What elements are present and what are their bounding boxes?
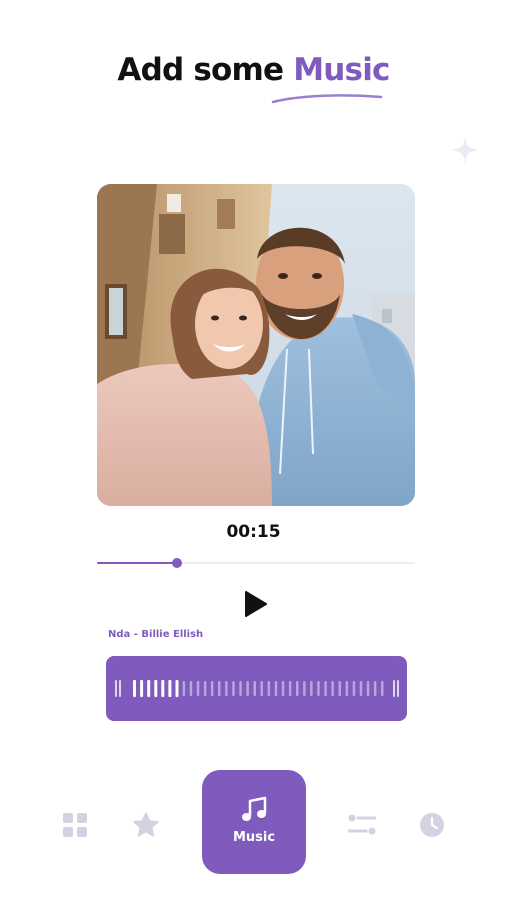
- progress-fill: [97, 562, 177, 564]
- music-note-icon: [242, 796, 267, 821]
- waveform-bar: [373, 681, 377, 696]
- title-underline: [271, 94, 383, 104]
- progress-handle[interactable]: [171, 558, 182, 568]
- waveform-bar: [196, 681, 200, 696]
- waveform-bar: [359, 681, 363, 696]
- play-button[interactable]: [238, 588, 272, 620]
- nav-music-tab[interactable]: Music: [202, 770, 306, 874]
- waveform-bar: [345, 681, 349, 696]
- nav-music-label: Music: [232, 830, 276, 845]
- waveform-bar: [147, 680, 151, 697]
- waveform-bar: [310, 681, 313, 696]
- waveform-bar: [381, 681, 384, 696]
- waveform-trimmer[interactable]: [106, 656, 407, 721]
- progress-bar[interactable]: [97, 558, 415, 568]
- waveform-bar: [225, 681, 228, 696]
- waveform-bar: [366, 681, 370, 696]
- waveform-bar: [175, 680, 179, 697]
- waveform-bar: [260, 681, 263, 696]
- waveform-bar: [210, 681, 214, 696]
- sparkle-icon: [452, 136, 478, 164]
- waveform-bar: [189, 681, 193, 696]
- trim-end-handle[interactable]: [393, 680, 399, 697]
- star-icon: [133, 812, 159, 837]
- page-title: Add some Music: [0, 52, 507, 88]
- grid-icon: [63, 813, 87, 837]
- waveform-bar: [133, 680, 136, 697]
- waveform-bar: [331, 681, 334, 696]
- cover-photo: [97, 184, 415, 506]
- waveform-bar: [154, 680, 158, 697]
- waveform-bar: [218, 681, 221, 696]
- waveform-bars: [133, 680, 384, 697]
- waveform-bar: [324, 681, 327, 696]
- waveform-bar: [203, 681, 207, 696]
- waveform-bar: [296, 681, 299, 696]
- waveform-bar: [161, 680, 165, 697]
- waveform-bar: [281, 681, 285, 696]
- waveform-bar: [239, 681, 242, 696]
- waveform-bar: [182, 681, 186, 696]
- waveform-bar: [140, 680, 144, 697]
- waveform-bar: [288, 681, 292, 696]
- waveform-bar: [267, 681, 271, 696]
- waveform-bar: [338, 681, 341, 696]
- waveform-bar: [253, 681, 256, 696]
- waveform-bar: [168, 680, 172, 697]
- waveform-bar: [352, 681, 356, 696]
- play-icon: [245, 591, 267, 617]
- nav-history[interactable]: [419, 812, 445, 842]
- waveform-bar: [317, 681, 320, 696]
- waveform-bar: [232, 681, 235, 696]
- nav-adjust[interactable]: [347, 813, 377, 841]
- sliders-icon: [347, 814, 377, 835]
- title-accent: Music: [293, 52, 390, 88]
- nav-favorites[interactable]: [132, 811, 160, 843]
- waveform-bar: [274, 681, 278, 696]
- waveform-bar: [246, 681, 249, 696]
- nav-grid[interactable]: [62, 812, 88, 842]
- clock-icon: [420, 813, 444, 837]
- elapsed-time: 00:15: [226, 522, 281, 542]
- track-name: Nda - Billie Ellish: [108, 629, 204, 640]
- title-prefix: Add some: [117, 52, 294, 88]
- waveform-bar: [303, 681, 306, 696]
